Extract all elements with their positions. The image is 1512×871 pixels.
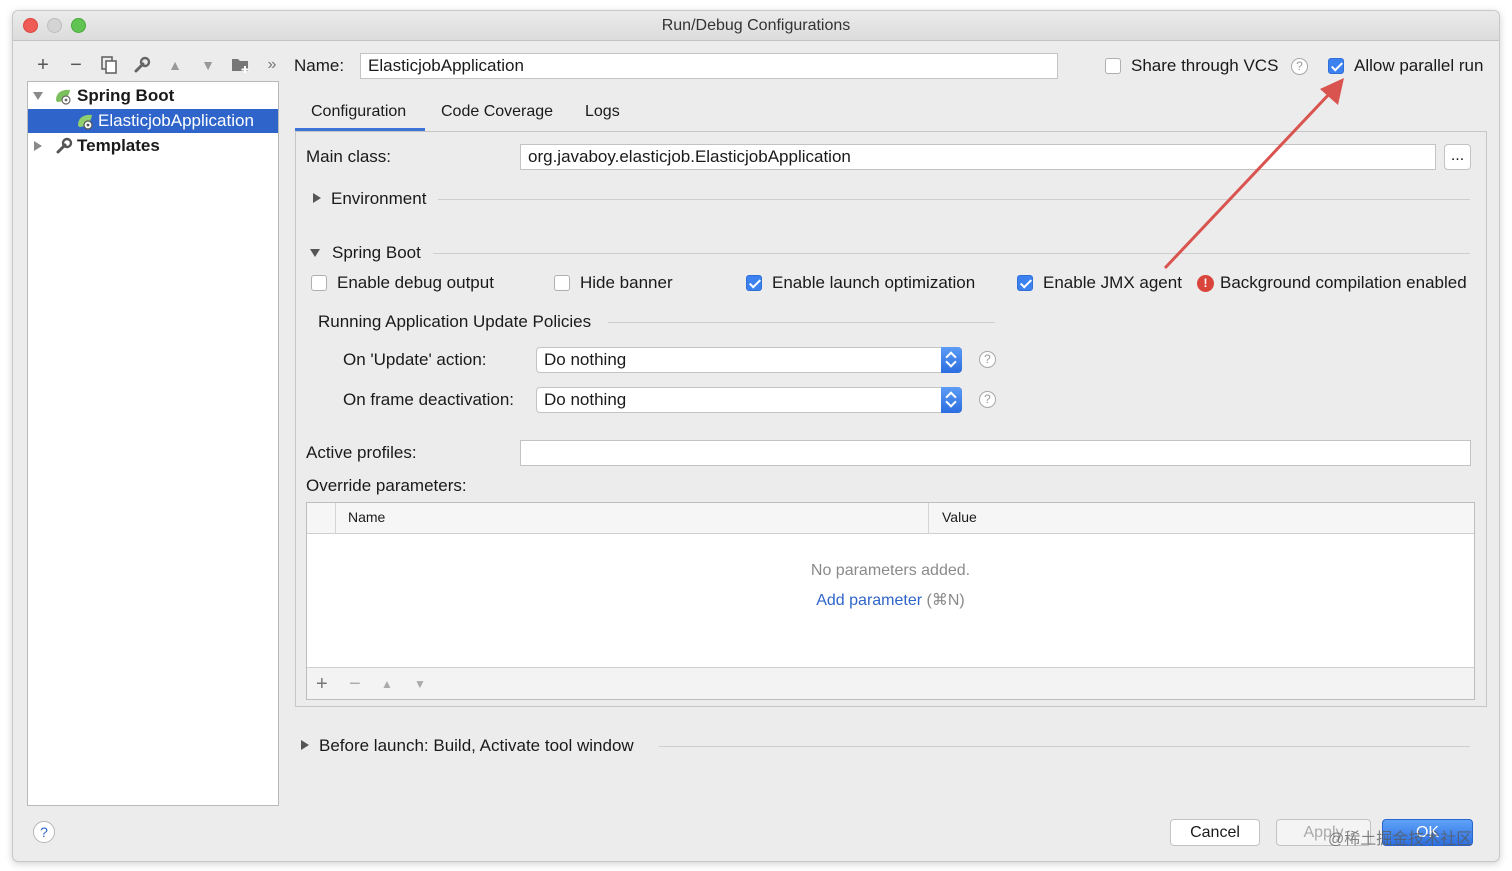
chevron-updown-icon[interactable] (941, 387, 962, 413)
empty-table-text: No parameters added. (810, 562, 971, 579)
active-tab-indicator (295, 128, 425, 131)
enable-debug-output-checkbox[interactable] (311, 275, 327, 291)
hide-banner-checkbox[interactable] (554, 275, 570, 291)
active-profiles-input[interactable] (520, 440, 1471, 466)
on-update-action-label: On 'Update' action: (343, 350, 487, 369)
before-launch-expand-icon[interactable] (301, 740, 309, 750)
override-parameters-label: Override parameters: (306, 476, 467, 495)
background-compilation-label: Background compilation enabled (1220, 273, 1467, 292)
wrench-icon (56, 137, 73, 154)
enable-jmx-agent-label: Enable JMX agent (1043, 273, 1182, 292)
add-parameter-row: Add parameter (⌘N) (307, 590, 1474, 610)
browse-main-class-button[interactable]: ... (1444, 144, 1471, 170)
move-row-up-icon[interactable]: ▲ (381, 672, 393, 696)
on-update-action-select[interactable]: Do nothing (536, 347, 962, 373)
tree-group-label: Spring Boot (77, 86, 175, 105)
on-update-help-icon[interactable]: ? (979, 351, 996, 368)
before-launch-label[interactable]: Before launch: Build, Activate tool wind… (319, 735, 634, 757)
cancel-button[interactable]: Cancel (1170, 819, 1260, 846)
on-frame-deactivation-label: On frame deactivation: (343, 390, 515, 409)
main-class-label: Main class: (306, 147, 392, 166)
share-vcs-label: Share through VCS (1131, 56, 1279, 75)
expand-arrow-icon[interactable] (33, 92, 43, 100)
expand-arrow-icon[interactable] (34, 141, 42, 151)
move-row-down-icon[interactable]: ▼ (414, 672, 426, 696)
enable-jmx-agent-checkbox[interactable] (1017, 275, 1033, 291)
name-label: Name: (294, 56, 345, 75)
move-down-icon[interactable]: ▼ (197, 53, 219, 77)
on-frame-help-icon[interactable]: ? (979, 391, 996, 408)
copy-configuration-icon[interactable] (98, 53, 120, 77)
enable-launch-optimization-label: Enable launch optimization (772, 273, 976, 292)
share-vcs-checkbox[interactable] (1105, 58, 1121, 74)
add-configuration-icon[interactable]: + (32, 53, 54, 77)
tree-group-spring-boot[interactable]: Spring Boot (28, 84, 278, 108)
table-header: Name Value (307, 503, 1474, 534)
edit-defaults-wrench-icon[interactable] (131, 53, 153, 77)
tree-group-label: Templates (77, 136, 160, 155)
share-vcs-help-icon[interactable]: ? (1291, 58, 1308, 75)
on-update-action-value: Do nothing (544, 350, 627, 369)
allow-parallel-run-label: Allow parallel run (1354, 56, 1484, 75)
new-folder-icon[interactable] (230, 53, 252, 77)
spring-boot-collapse-icon[interactable] (310, 249, 320, 257)
tree-item-label: ElasticjobApplication (98, 111, 254, 130)
name-input[interactable]: ElasticjobApplication (360, 53, 1058, 79)
watermark: @稀土掘金技术社区 (1328, 831, 1473, 848)
environment-section-label[interactable]: Environment (331, 188, 426, 210)
hide-banner-label: Hide banner (580, 273, 673, 292)
help-icon[interactable]: ? (33, 821, 55, 843)
allow-parallel-run-checkbox[interactable] (1328, 58, 1344, 74)
main-class-input[interactable]: org.javaboy.elasticjob.ElasticjobApplica… (520, 144, 1436, 170)
update-policies-label: Running Application Update Policies (318, 312, 592, 331)
move-up-icon[interactable]: ▲ (164, 53, 186, 77)
table-toolbar: + − ▲ ▼ (307, 667, 1474, 699)
environment-separator (438, 199, 1470, 200)
on-frame-deactivation-value: Do nothing (544, 390, 627, 409)
add-parameter-link[interactable]: Add parameter (816, 592, 922, 609)
before-launch-separator (659, 746, 1470, 747)
environment-expand-icon[interactable] (313, 193, 321, 203)
configuration-tree: Spring Boot ElasticjobApplication Templa… (27, 81, 279, 806)
add-row-icon[interactable]: + (316, 672, 328, 696)
run-debug-dialog: Run/Debug Configurations + − ▲ ▼ » Sprin… (12, 10, 1500, 862)
column-header-value[interactable]: Value (942, 509, 977, 525)
spring-boot-icon (78, 114, 93, 130)
column-header-name[interactable]: Name (348, 509, 385, 525)
enable-launch-optimization-checkbox[interactable] (746, 275, 762, 291)
tree-group-templates[interactable]: Templates (28, 134, 278, 158)
spring-boot-section-label[interactable]: Spring Boot (332, 242, 421, 264)
tab-code-coverage[interactable]: Code Coverage (441, 101, 553, 123)
error-icon: ! (1197, 275, 1214, 292)
more-actions-icon[interactable]: » (261, 53, 283, 77)
remove-row-icon[interactable]: − (349, 672, 361, 696)
tree-item-elasticjobapplication[interactable]: ElasticjobApplication (28, 109, 278, 133)
title-bar: Run/Debug Configurations (13, 11, 1499, 41)
update-policies-separator (608, 322, 995, 323)
spring-boot-separator (433, 253, 1470, 254)
window-title: Run/Debug Configurations (661, 17, 851, 34)
tab-configuration[interactable]: Configuration (311, 101, 406, 123)
spring-boot-icon (56, 89, 71, 105)
chevron-updown-icon[interactable] (941, 347, 962, 373)
override-parameters-table: Name Value No parameters added. Add para… (306, 502, 1475, 700)
add-parameter-shortcut: (⌘N) (926, 592, 965, 609)
enable-debug-output-label: Enable debug output (337, 273, 494, 292)
on-frame-deactivation-select[interactable]: Do nothing (536, 387, 962, 413)
active-profiles-label: Active profiles: (306, 443, 417, 462)
remove-configuration-icon[interactable]: − (65, 53, 87, 77)
tab-logs[interactable]: Logs (585, 101, 620, 123)
